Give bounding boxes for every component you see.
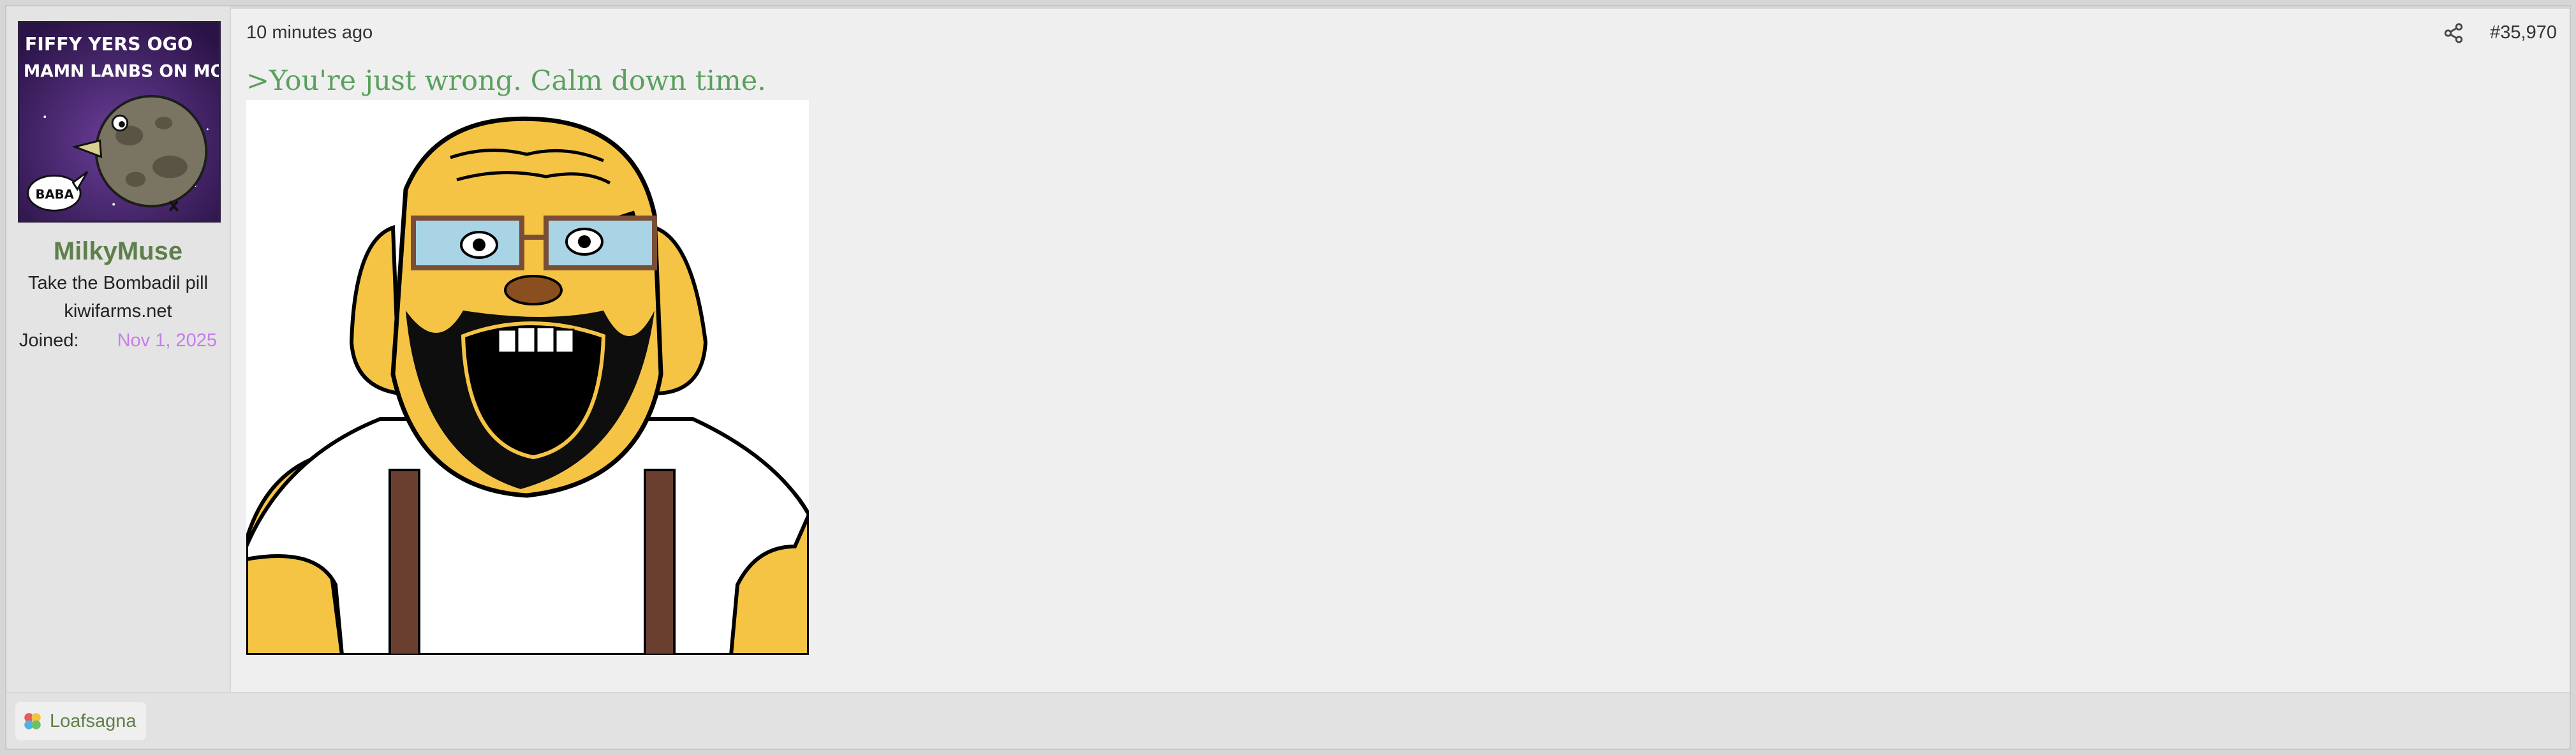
reaction-user-link[interactable]: Loafsagna xyxy=(50,711,136,732)
user-title: Take the Bombadil pill xyxy=(27,273,209,293)
user-extra-info: kiwifarms.net xyxy=(64,301,172,321)
joined-label: Joined: xyxy=(19,330,79,351)
reactions-bar: Loafsagna xyxy=(6,692,2570,749)
post-container: FIFFY YERS OGO MAMN LANBS ON MOO BABA Mi… xyxy=(5,5,2571,750)
user-sidebar: FIFFY YERS OGO MAMN LANBS ON MOO BABA Mi… xyxy=(6,6,231,749)
reaction-icon xyxy=(24,713,41,729)
avatar-caption-line1: FIFFY YERS OGO xyxy=(25,34,193,55)
post-greentext: >You're just wrong. Calm down time. xyxy=(246,65,766,97)
joined-date: Nov 1, 2025 xyxy=(117,330,217,351)
reaction-item[interactable]: Loafsagna xyxy=(15,702,147,740)
username[interactable]: MilkyMuse xyxy=(6,237,230,266)
avatar[interactable]: FIFFY YERS OGO MAMN LANBS ON MOO BABA xyxy=(18,21,221,223)
post-image[interactable] xyxy=(246,100,809,655)
post-main: 10 minutes ago #35,970 >You're just wron… xyxy=(231,6,2570,749)
angry-soyjak-image xyxy=(246,116,809,655)
avatar-caption-line2: MAMN LANBS ON MOO xyxy=(24,61,219,81)
post-timestamp[interactable]: 10 minutes ago xyxy=(246,22,373,43)
avatar-bubble-text: BABA xyxy=(36,187,75,202)
post-number[interactable]: #35,970 xyxy=(2490,22,2557,43)
share-icon[interactable] xyxy=(2443,22,2464,44)
avatar-image: FIFFY YERS OGO MAMN LANBS ON MOO BABA xyxy=(20,23,219,221)
